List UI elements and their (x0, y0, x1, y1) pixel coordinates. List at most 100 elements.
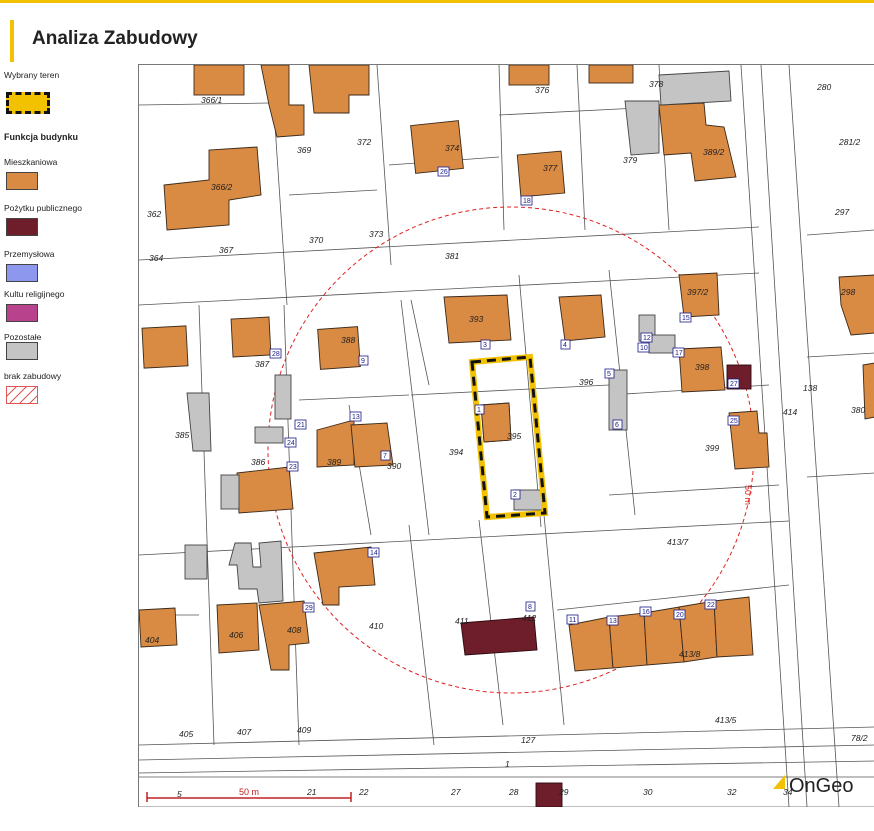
svg-text:5: 5 (607, 371, 611, 378)
parcel-label: 377 (543, 163, 557, 173)
building-number: 5 (604, 368, 615, 379)
svg-text:24: 24 (287, 440, 295, 447)
building-number: 27 (727, 378, 740, 389)
parcel-label: 411 (455, 616, 469, 626)
map-canvas[interactable]: 366/1 366/2 362 364 367 369 370 372 373 … (138, 64, 874, 807)
parcel-label: 387 (255, 359, 269, 369)
svg-text:17: 17 (675, 350, 683, 357)
parcel-label: 374 (445, 143, 459, 153)
building-number: 28 (269, 348, 282, 359)
svg-text:13: 13 (352, 414, 360, 421)
building-number: 24 (284, 437, 297, 448)
title-accent-bar (10, 20, 14, 62)
parcel-label: 366/2 (211, 182, 233, 192)
map-svg: 366/1 366/2 362 364 367 369 370 372 373 … (139, 65, 874, 807)
parcel-label: 373 (369, 229, 383, 239)
building-number: 13 (349, 411, 362, 422)
parcel-label: 385 (175, 430, 189, 440)
parcel-label: 393 (469, 314, 483, 324)
parcel-label: 281/2 (838, 137, 861, 147)
building-number: 12 (640, 332, 653, 343)
svg-text:18: 18 (523, 198, 531, 205)
legend-swatch-religious (6, 304, 38, 322)
svg-text:20: 20 (676, 612, 684, 619)
building-number: 8 (525, 601, 536, 612)
parcel-label: 410 (369, 621, 383, 631)
parcel-label: 366/1 (201, 95, 223, 105)
legend-selected-label: Wybrany teren (4, 70, 60, 80)
parcel-label: 381 (445, 251, 459, 261)
parcel-label: 280 (816, 82, 831, 92)
parcel-label: 390 (387, 461, 401, 471)
legend-item-label: Mieszkaniowa (4, 157, 58, 167)
building-number: 23 (286, 461, 299, 472)
parcel-label: 386 (251, 457, 265, 467)
parcel-label: 409 (297, 725, 311, 735)
building-number: 26 (437, 166, 450, 177)
parcel-label: 408 (287, 625, 301, 635)
parcel-label: 412 (522, 613, 536, 623)
parcel-label: 364 (149, 253, 163, 263)
svg-text:15: 15 (682, 315, 690, 322)
svg-text:10: 10 (640, 345, 648, 352)
parcel-label: 127 (521, 735, 535, 745)
svg-text:29: 29 (305, 605, 313, 612)
parcel-label: 399 (705, 443, 719, 453)
svg-text:16: 16 (642, 609, 650, 616)
svg-text:26: 26 (440, 169, 448, 176)
parcel-label: 379 (623, 155, 637, 165)
parcel-label: 1 (505, 759, 510, 769)
top-accent-line (0, 0, 874, 3)
parcel-label: 138 (803, 383, 817, 393)
svg-text:28: 28 (272, 351, 280, 358)
parcel-label: 28 (508, 787, 519, 797)
parcel-label: 404 (145, 635, 159, 645)
legend-swatch-residential (6, 172, 38, 190)
svg-text:8: 8 (528, 604, 532, 611)
parcel-label: 370 (309, 235, 323, 245)
building-number: 29 (302, 602, 315, 613)
parcel-label: 369 (297, 145, 311, 155)
logo-text: OnGeo (789, 775, 853, 797)
building-number: 2 (510, 489, 521, 500)
parcel-label: 397/2 (687, 287, 709, 297)
parcel-label: 21 (306, 787, 317, 797)
parcel-label: 32 (727, 787, 737, 797)
building-number: 13 (606, 615, 619, 626)
svg-text:7: 7 (383, 453, 387, 460)
buffer-label: 50 m (743, 485, 753, 505)
parcel-label: 394 (449, 447, 463, 457)
building-number: 3 (480, 339, 491, 350)
legend-item-label: Pozostałe (4, 332, 42, 342)
parcel-label: 298 (840, 287, 855, 297)
legend-swatch-other (6, 342, 38, 360)
svg-text:25: 25 (730, 418, 738, 425)
parcel-label: 389/2 (703, 147, 725, 157)
building-number: 22 (704, 599, 717, 610)
building-number: 1 (474, 404, 485, 415)
parcel-label: 398 (695, 362, 709, 372)
svg-text:2: 2 (513, 492, 517, 499)
parcel-label: 413/5 (715, 715, 737, 725)
building-number: 18 (520, 195, 533, 206)
parcel-label: 395 (507, 431, 521, 441)
parcel-label: 414 (783, 407, 797, 417)
legend-function-title: Funkcja budynku (4, 132, 79, 142)
svg-text:6: 6 (615, 422, 619, 429)
parcel-label: 407 (237, 727, 251, 737)
parcel-label: 78/2 (851, 733, 868, 743)
building-number: 20 (673, 609, 686, 620)
building-number: 7 (380, 450, 391, 461)
svg-text:1: 1 (477, 407, 481, 414)
svg-text:13: 13 (609, 618, 617, 625)
svg-text:14: 14 (370, 550, 378, 557)
parcel-label: 297 (834, 207, 849, 217)
parcel-label: 406 (229, 630, 243, 640)
svg-text:4: 4 (563, 342, 567, 349)
building-number: 17 (672, 347, 685, 358)
parcel-label: 388 (341, 335, 355, 345)
building-number: 10 (637, 342, 650, 353)
svg-text:12: 12 (643, 335, 651, 342)
parcel-label: 389 (327, 457, 341, 467)
building-number: 4 (560, 339, 571, 350)
